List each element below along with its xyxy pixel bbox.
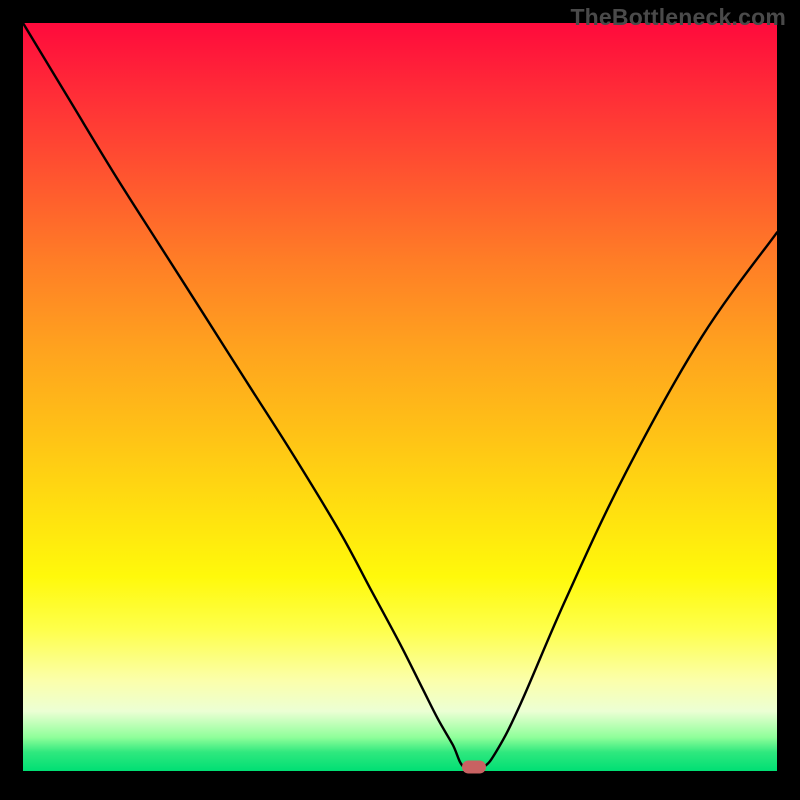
bottleneck-curve (23, 23, 777, 771)
watermark-text: TheBottleneck.com (570, 4, 786, 31)
optimum-marker (462, 761, 486, 774)
plot-area (23, 23, 777, 771)
chart-frame: TheBottleneck.com (0, 0, 800, 800)
